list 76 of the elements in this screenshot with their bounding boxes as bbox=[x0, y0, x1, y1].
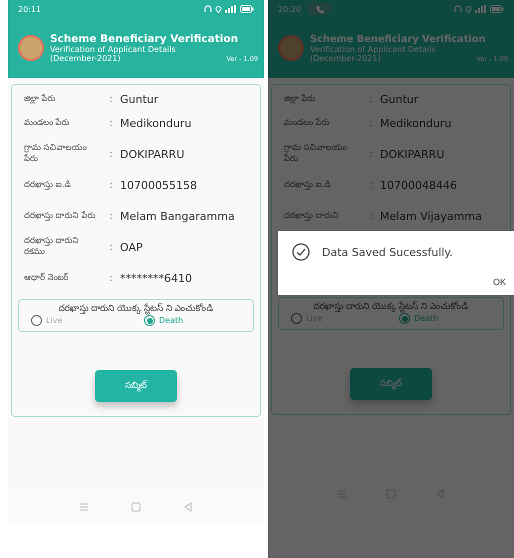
app-subtitle: Verification of Applicant Details bbox=[310, 44, 437, 54]
field-value: Melam Bangaramma bbox=[120, 210, 236, 222]
field-value: Medikonduru bbox=[120, 116, 192, 130]
field-label: దరఖాస్తు ఐ.డి bbox=[284, 180, 332, 190]
call-indicator[interactable] bbox=[307, 3, 332, 15]
colon-separator: : bbox=[108, 180, 114, 190]
field-label: గ్రామ సచివాలయం పేరు bbox=[284, 143, 348, 165]
field-label: ఆధార్ నెంబర్ bbox=[24, 272, 70, 284]
colon-separator: : bbox=[108, 272, 114, 284]
field-value: ********6410 bbox=[120, 272, 193, 284]
field-value: DOKIPARRU bbox=[120, 148, 186, 160]
group-heading: దరఖాస్తు దారుని యొక్క స్టేటస్ ని ఎంచుకోండి bbox=[312, 301, 470, 313]
colon-separator: : bbox=[368, 118, 374, 128]
field-value: 10700055158 bbox=[120, 178, 198, 192]
field-label: దరఖాస్తు దారుని రకము bbox=[24, 236, 80, 258]
colon-separator: : bbox=[368, 94, 374, 104]
period-label: (December-2021) bbox=[310, 54, 380, 62]
field-value: DOKIPARRU bbox=[380, 148, 446, 160]
location-icon bbox=[465, 5, 472, 13]
field-label: దరఖాస్తు దారుని పేరు bbox=[24, 210, 96, 222]
back-triangle-icon bbox=[434, 489, 445, 499]
field-value: Melam Vijayamma bbox=[380, 210, 483, 222]
submit-button[interactable]: సబ్మిట్ bbox=[95, 370, 177, 402]
avatar-circle bbox=[278, 35, 304, 61]
clock-time: 20:20 bbox=[278, 4, 302, 14]
battery-icon bbox=[240, 5, 254, 13]
app-title: Scheme Beneficiary Verification bbox=[310, 34, 486, 44]
headphones-icon bbox=[454, 5, 462, 13]
clock-time: 20:11 bbox=[18, 4, 42, 14]
colon-separator: : bbox=[108, 118, 114, 128]
field-label: జిల్లా పేరు bbox=[24, 94, 57, 104]
avatar-circle bbox=[18, 35, 44, 61]
field-value: Guntur bbox=[120, 92, 160, 106]
dialog-message: Data Saved Sucessfully. bbox=[322, 246, 453, 258]
check-circle-icon bbox=[292, 243, 310, 261]
field-label: గ్రామ సచివాలయం పేరు bbox=[24, 143, 88, 165]
radio-option[interactable]: Death bbox=[136, 315, 249, 326]
radio-button[interactable] bbox=[291, 313, 302, 324]
signal-icon bbox=[475, 5, 487, 13]
field-value: OAP bbox=[120, 240, 144, 254]
signal-icon bbox=[225, 5, 237, 13]
location-icon bbox=[215, 5, 222, 13]
submit-button[interactable]: సబ్మిట్ bbox=[350, 368, 432, 400]
field-label: జిల్లా పేరు bbox=[284, 94, 317, 104]
colon-separator: : bbox=[368, 148, 374, 160]
field-label: దరఖాస్తు దారుని bbox=[284, 210, 340, 222]
field-label: మండలం పేరు bbox=[284, 118, 331, 128]
battery-icon bbox=[490, 5, 504, 13]
menu-icon bbox=[337, 489, 348, 499]
radio-button[interactable] bbox=[144, 315, 155, 326]
group-heading: దరఖాస్తు దారుని యొక్క స్టేటస్ ని ఎంచుకోండి bbox=[57, 303, 215, 315]
field-value: Guntur bbox=[380, 92, 420, 106]
radio-button[interactable] bbox=[31, 315, 42, 326]
radio-option[interactable]: Death bbox=[391, 313, 499, 324]
home-square-icon bbox=[386, 489, 396, 499]
radio-option[interactable]: Live bbox=[23, 315, 136, 326]
headphones-icon bbox=[204, 5, 212, 13]
home-square-icon bbox=[131, 502, 141, 512]
colon-separator: : bbox=[108, 210, 114, 222]
colon-separator: : bbox=[368, 180, 374, 190]
field-label: మండలం పేరు bbox=[24, 118, 71, 128]
field-value: Medikonduru bbox=[380, 116, 452, 130]
menu-icon bbox=[79, 502, 89, 512]
back-triangle-icon bbox=[183, 502, 193, 512]
radio-button[interactable] bbox=[399, 313, 410, 324]
phone-icon bbox=[314, 4, 324, 14]
colon-separator: : bbox=[108, 148, 114, 160]
field-value: 10700048446 bbox=[380, 178, 458, 192]
colon-separator: : bbox=[368, 210, 374, 222]
ok-button[interactable]: OK bbox=[488, 271, 510, 293]
app-subtitle: Verification of Applicant Details bbox=[50, 45, 177, 54]
app-title: Scheme Beneficiary Verification bbox=[50, 33, 240, 45]
colon-separator: : bbox=[108, 94, 114, 104]
field-label: దరఖాస్తు ఐ.డి bbox=[24, 180, 72, 190]
colon-separator: : bbox=[108, 242, 114, 252]
period-label: (December-2021) bbox=[50, 54, 120, 63]
